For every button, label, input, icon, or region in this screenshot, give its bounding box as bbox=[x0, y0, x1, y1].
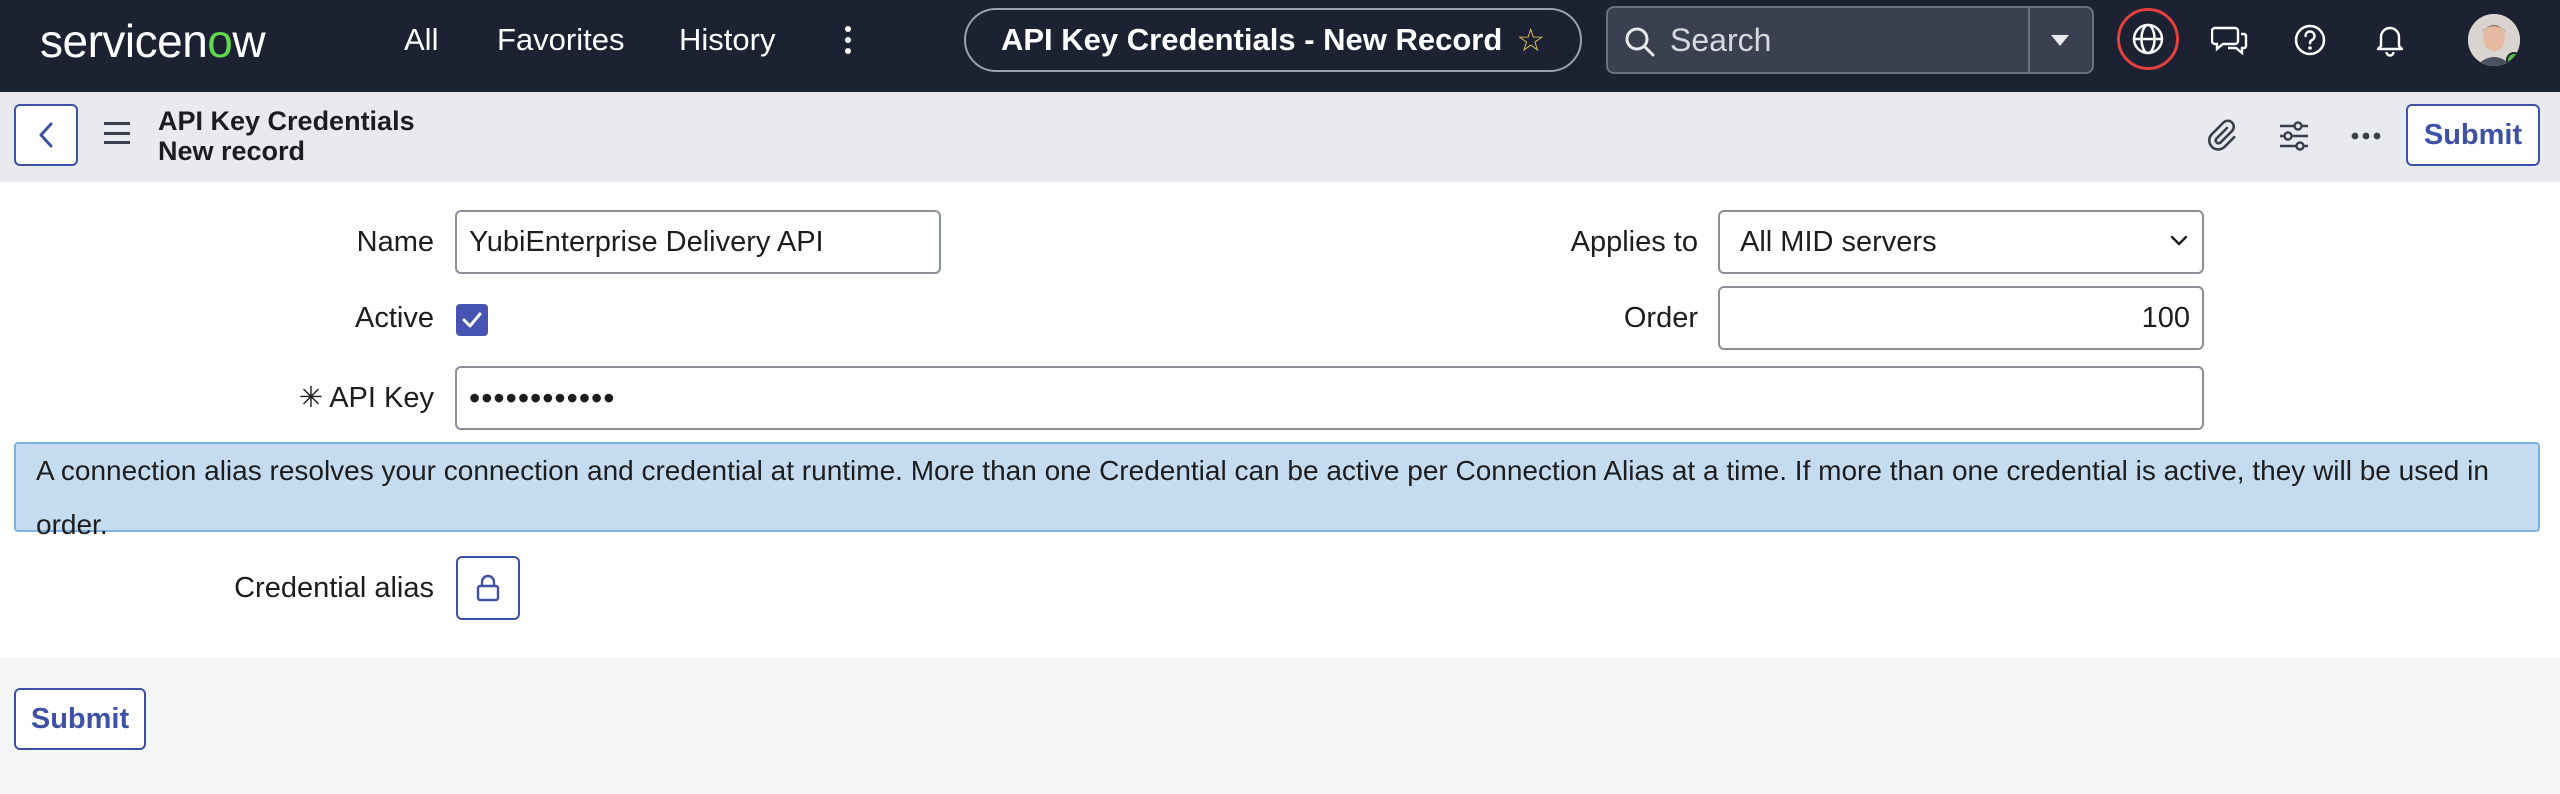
nav-history[interactable]: History bbox=[679, 20, 775, 60]
checkmark-icon bbox=[462, 312, 482, 328]
record-title: API Key Credentials New record bbox=[158, 106, 415, 166]
info-message: A connection alias resolves your connect… bbox=[14, 442, 2540, 540]
credential-alias-label: Credential alias bbox=[234, 572, 434, 604]
form-menu-icon[interactable] bbox=[104, 122, 130, 144]
nav-favorites[interactable]: Favorites bbox=[497, 20, 624, 60]
servicenow-logo[interactable]: servicenow bbox=[40, 12, 266, 70]
chevron-left-icon bbox=[39, 122, 53, 148]
search-scope-dropdown-icon[interactable] bbox=[2042, 22, 2078, 58]
chevron-down-icon bbox=[2170, 235, 2188, 246]
context-record-pill[interactable]: API Key Credentials - New Record ☆ bbox=[964, 8, 1582, 72]
api-key-masked-value: •••••••••••• bbox=[469, 380, 616, 416]
record-table-name: API Key Credentials bbox=[158, 106, 415, 136]
applies-to-label: Applies to bbox=[1570, 226, 1698, 258]
favorite-star-icon[interactable]: ☆ bbox=[1516, 21, 1545, 59]
api-key-field[interactable]: •••••••••••• bbox=[455, 366, 2204, 430]
context-record-title: API Key Credentials - New Record bbox=[1000, 22, 1503, 57]
active-label: Active bbox=[355, 302, 434, 334]
back-button[interactable] bbox=[14, 104, 78, 166]
more-menu-icon[interactable] bbox=[836, 22, 860, 58]
notifications-bell-icon[interactable] bbox=[2362, 12, 2418, 68]
personalize-form-icon[interactable] bbox=[2274, 116, 2314, 156]
credential-form: Name Applies to All MID servers Active O… bbox=[0, 182, 2560, 658]
online-status-indicator bbox=[2506, 52, 2520, 66]
record-header: API Key Credentials New record Submit bbox=[0, 92, 2560, 182]
attachment-icon[interactable] bbox=[2200, 116, 2240, 156]
applies-to-selected-value: All MID servers bbox=[1740, 226, 1937, 258]
logo-text-end: w bbox=[232, 15, 266, 67]
search-divider bbox=[2028, 8, 2030, 72]
footer-submit-button[interactable]: Submit bbox=[14, 688, 146, 750]
active-checkbox[interactable] bbox=[456, 304, 488, 336]
order-label: Order bbox=[1623, 302, 1698, 334]
required-asterisk-icon: ✳ bbox=[298, 382, 324, 414]
logo-text-start: servicen bbox=[40, 15, 208, 67]
chat-icon[interactable] bbox=[2202, 12, 2258, 68]
applies-to-select[interactable]: All MID servers bbox=[1718, 210, 2204, 274]
api-key-label: ✳ API Key bbox=[200, 380, 434, 416]
help-icon[interactable] bbox=[2282, 12, 2338, 68]
credential-alias-lock-button[interactable] bbox=[456, 556, 520, 620]
search-input[interactable] bbox=[1670, 18, 2010, 62]
globe-icon[interactable] bbox=[2117, 8, 2179, 70]
global-search bbox=[1606, 6, 2094, 74]
search-icon bbox=[1625, 27, 1655, 57]
top-navigation-bar: servicenow All Favorites History API Key… bbox=[0, 0, 2560, 92]
api-key-label-text: API Key bbox=[329, 382, 434, 414]
nav-all[interactable]: All bbox=[404, 20, 438, 60]
user-avatar[interactable] bbox=[2468, 14, 2520, 66]
record-status: New record bbox=[158, 136, 306, 166]
name-label: Name bbox=[356, 226, 434, 258]
order-field[interactable] bbox=[1718, 286, 2204, 350]
more-actions-icon[interactable] bbox=[2346, 116, 2386, 156]
logo-text-o: o bbox=[207, 15, 233, 67]
name-field[interactable] bbox=[455, 210, 941, 274]
header-submit-button[interactable]: Submit bbox=[2406, 104, 2540, 166]
lock-icon bbox=[476, 574, 500, 602]
